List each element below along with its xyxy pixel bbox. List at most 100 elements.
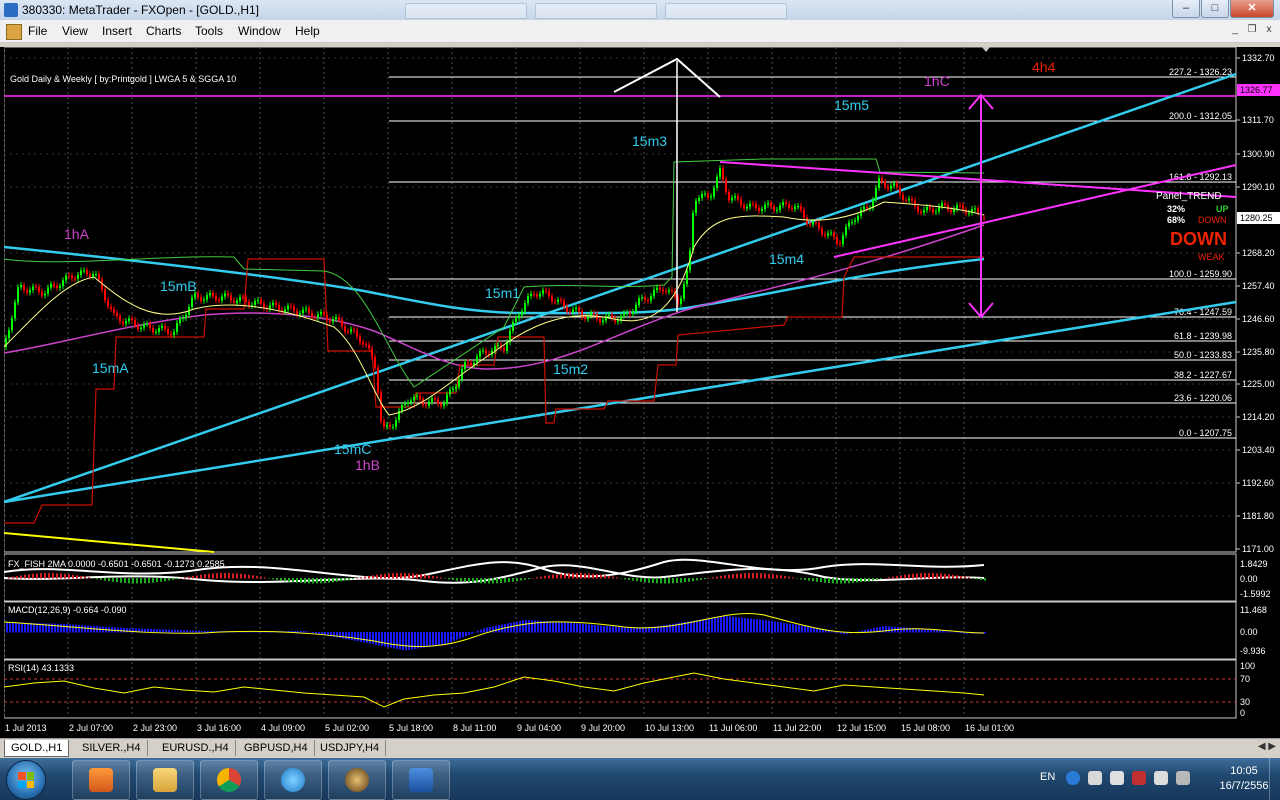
wave-label-15m5: 15m5 [834,97,869,113]
fish-bar [220,573,222,579]
power-icon[interactable] [1176,771,1190,785]
price-axis-label: 1171.00 [1242,544,1274,554]
menu-insert[interactable]: Insert [102,24,132,38]
menu-help[interactable]: Help [295,24,320,38]
bear-candle [218,300,220,302]
fish-bar [768,573,770,579]
macd-bar [87,625,89,633]
fish-bar [488,578,490,584]
bear-candle [290,305,292,307]
bull-candle [650,296,652,301]
fish-bar [284,578,286,582]
fish-bar [648,578,650,583]
close-button[interactable]: ✕ [1230,0,1274,18]
chart-window[interactable]: 227.2 - 1326.23 200.0 - 1312.05 161.8 - 12… [4,47,1280,737]
taskbar-file-explorer[interactable] [136,760,194,800]
mdi-close-button[interactable]: x [1262,23,1276,37]
tab-eurusd-h4[interactable]: EURUSD.,H4 [156,740,236,756]
bull-candle [626,312,628,314]
price-axis-label: 1257.40 [1242,281,1275,291]
bear-candle [773,206,775,211]
bear-candle [965,209,967,214]
price-axis-label: 1225.00 [1242,379,1275,389]
macd-bar [69,624,71,633]
fish-bar [100,578,102,580]
menu-window[interactable]: Window [238,24,281,38]
volume-icon[interactable] [1154,771,1168,785]
fish-bar [260,576,262,579]
macd-bar [9,622,11,633]
tab-gold-h1[interactable]: GOLD.,H1 [4,740,70,757]
mdi-restore-button[interactable]: ❐ [1245,23,1259,37]
maximize-button[interactable]: □ [1201,0,1229,18]
rsi-scale-100: 100 [1240,661,1255,671]
fish-bar [680,578,682,583]
macd-bar [57,623,59,633]
wave-label-15m2: 15m2 [553,361,588,377]
bear-candle [611,314,613,319]
menu-charts[interactable]: Charts [146,24,181,38]
macd-bar [408,632,410,650]
bear-candle [326,314,328,320]
network-icon[interactable] [1132,771,1146,785]
fish-bar [692,578,694,582]
minimize-button[interactable]: – [1172,0,1200,18]
menu-view[interactable]: View [62,24,88,38]
taskbar-internet-explorer[interactable] [264,760,322,800]
macd-bar [378,632,380,646]
fish-bar [948,574,950,579]
fish-bar [552,574,554,579]
system-clock[interactable]: 10:05 16/7/2556 [1214,764,1274,794]
bull-candle [608,314,610,317]
macd-bar [126,628,128,633]
chart-canvas[interactable]: 227.2 - 1326.23200.0 - 1312.05161.8 - 12… [4,47,1280,737]
start-button[interactable] [6,760,46,800]
chart-document-icon[interactable] [6,24,22,40]
fish-bar [516,578,518,582]
macd-bar [954,632,956,633]
bull-candle [287,305,289,310]
show-desktop-button[interactable] [1269,758,1280,800]
bull-candle [392,426,394,428]
tab-scroll-arrows[interactable]: ◀ ▶ [1258,741,1276,752]
tab-silver-h4[interactable]: SILVER.,H4 [76,740,148,756]
fish-bar [808,578,810,581]
macd-bar [402,632,404,651]
bull-candle [641,297,643,299]
fish-bar [60,573,62,579]
tab-gbpusd-h4[interactable]: GBPUSD,H4 [238,740,315,756]
taskbar-word[interactable] [392,760,450,800]
bull-candle [32,286,34,291]
bull-candle [617,320,619,322]
macd-bar [573,622,575,633]
bear-candle [722,168,724,180]
menu-tools[interactable]: Tools [195,24,223,38]
flag-icon[interactable] [1110,771,1124,785]
tab-usdjpy-h4[interactable]: USDJPY,H4 [314,740,387,756]
taskbar-metatrader[interactable] [328,760,386,800]
macd-bar [204,631,206,633]
fish-bar [180,577,182,579]
bull-candle [62,280,64,287]
fish-bar [396,573,398,579]
macd-bar [183,630,185,633]
fish-bar [684,578,686,583]
menu-file[interactable]: File [28,24,47,38]
main-price-pane[interactable] [4,47,1237,553]
macd-bar [549,621,551,633]
help-icon[interactable] [1066,771,1080,785]
bear-candle [425,404,427,406]
taskbar-media-player[interactable] [72,760,130,800]
macd-bar [168,629,170,633]
macd-bar [348,632,350,640]
bull-candle [443,403,445,406]
bear-candle [536,294,538,297]
mdi-minimize-button[interactable]: _ [1228,23,1242,37]
language-indicator[interactable]: EN [1040,771,1055,783]
keyboard-icon[interactable] [1088,771,1102,785]
bull-candle [539,293,541,297]
fib-level-label: 200.0 - 1312.05 [1169,111,1232,121]
fish-bar [752,573,754,579]
fish-bar [380,574,382,579]
taskbar-chrome[interactable] [200,760,258,800]
